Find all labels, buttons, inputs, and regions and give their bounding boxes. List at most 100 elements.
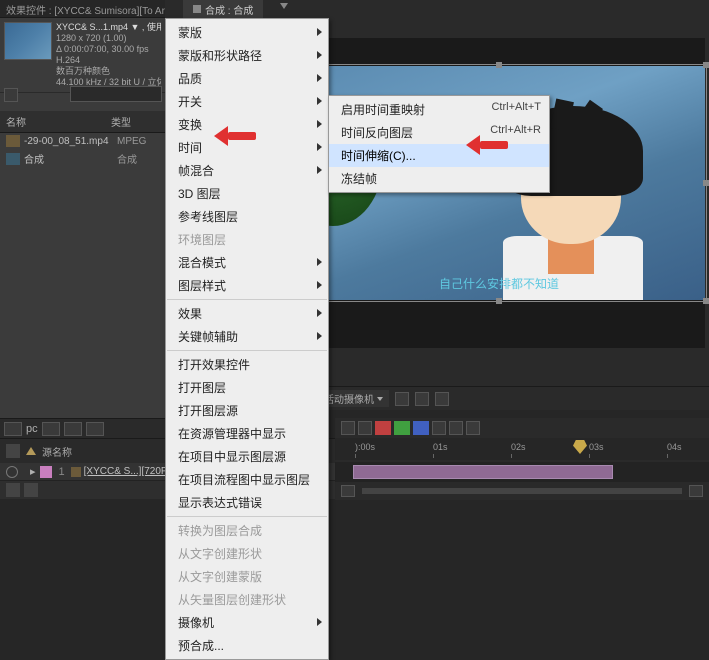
resize-handle[interactable]	[496, 62, 502, 68]
expand-icon[interactable]	[26, 447, 36, 455]
viewer-tab[interactable]: 合成 : 合成	[183, 0, 263, 18]
project-row[interactable]: -29-00_08_51.mp4 MPEG	[0, 133, 165, 149]
lock-icon	[193, 5, 201, 13]
menu-item: 环境图层	[166, 228, 328, 251]
ruler-tick: 01s	[433, 442, 448, 452]
menu-item[interactable]: 3D 图层	[166, 182, 328, 205]
layer-color-swatch[interactable]	[40, 466, 52, 478]
visibility-toggle[interactable]	[6, 466, 18, 478]
zoom-out-icon[interactable]	[341, 485, 355, 497]
search-icon[interactable]	[4, 88, 18, 102]
menu-item[interactable]: 参考线图层	[166, 205, 328, 228]
project-row[interactable]: 合成 合成	[0, 149, 165, 168]
project-item-type: MPEG	[117, 136, 159, 147]
annotation-arrow	[466, 135, 508, 155]
layer-context-menu: 蒙版蒙版和形状路径品质开关变换时间帧混合3D 图层参考线图层环境图层混合模式图层…	[165, 18, 329, 660]
time-ruler[interactable]: ):00s 01s 02s 03s 04s	[335, 438, 709, 460]
preview-channel-bar	[335, 418, 709, 438]
timeline-zoom-bar	[335, 482, 709, 500]
ruler-tick: 03s	[589, 442, 604, 452]
project-item-type: 合成	[117, 151, 159, 166]
view-layout-icon[interactable]	[395, 392, 409, 406]
submenu-item[interactable]: 时间伸缩(C)...	[329, 144, 549, 167]
show-snapshot-icon[interactable]	[358, 421, 372, 435]
clip-duration: Δ 0:00:07:00, 30.00 fps	[56, 44, 161, 55]
snapshot-icon[interactable]	[341, 421, 355, 435]
col-type-header[interactable]: 类型	[111, 114, 159, 129]
search-input[interactable]	[70, 86, 162, 102]
project-panel: 效果控件 : [XYCC& Sumisora][To Ar XYCC& S...…	[0, 0, 165, 500]
time-submenu: 启用时间重映射Ctrl+Alt+T时间反向图层Ctrl+Alt+R时间伸缩(C)…	[328, 95, 550, 193]
clip-resolution: 1280 x 720 (1.00)	[56, 33, 161, 44]
menu-item[interactable]: 在项目流程图中显示图层	[166, 468, 328, 491]
ruler-tick: 02s	[511, 442, 526, 452]
menu-item[interactable]: 打开图层	[166, 376, 328, 399]
resize-handle[interactable]	[703, 180, 709, 186]
new-folder-button[interactable]	[42, 422, 60, 436]
reset-exposure-icon[interactable]	[466, 421, 480, 435]
color-mgmt-icon[interactable]	[449, 421, 463, 435]
menu-item[interactable]: 关键帧辅助	[166, 325, 328, 348]
delete-button[interactable]	[86, 422, 104, 436]
source-name-header[interactable]: 源名称	[42, 444, 72, 459]
menu-item[interactable]: 蒙版	[166, 21, 328, 44]
menu-item[interactable]: 开关	[166, 90, 328, 113]
camera-label: 活动摄像机	[324, 391, 374, 406]
menu-item: 从文字创建蒙版	[166, 565, 328, 588]
menu-item[interactable]: 图层样式	[166, 274, 328, 297]
viewer-canvas[interactable]: 自己什么安排都不知道	[293, 38, 705, 348]
menu-item[interactable]: 打开图层源	[166, 399, 328, 422]
bpc-label: pc	[26, 423, 38, 435]
submenu-label: 冻结帧	[341, 170, 377, 187]
timecode-icon[interactable]	[6, 444, 20, 458]
menu-item[interactable]: 摄像机	[166, 611, 328, 634]
menu-item[interactable]: 品质	[166, 67, 328, 90]
composition-icon	[6, 153, 20, 165]
layer-bar[interactable]	[353, 465, 613, 479]
interpret-button[interactable]	[4, 422, 22, 436]
clip-thumbnail	[4, 22, 52, 60]
project-footer: pc	[0, 418, 165, 438]
resize-handle[interactable]	[703, 298, 709, 304]
annotation-arrow	[214, 126, 256, 146]
zoom-slider[interactable]	[362, 488, 682, 494]
menu-item[interactable]: 打开效果控件	[166, 353, 328, 376]
toggle-switches-icon[interactable]	[6, 483, 20, 497]
menu-item[interactable]: 在资源管理器中显示	[166, 422, 328, 445]
ruler-tick: 04s	[667, 442, 682, 452]
submenu-item[interactable]: 冻结帧	[329, 167, 549, 190]
menu-item[interactable]: 显示表达式错误	[166, 491, 328, 514]
submenu-label: 启用时间重映射	[341, 101, 425, 118]
ruler-tick: ):00s	[355, 442, 375, 452]
project-item-name: -29-00_08_51.mp4	[24, 136, 117, 147]
resize-handle[interactable]	[496, 298, 502, 304]
submenu-item[interactable]: 启用时间重映射Ctrl+Alt+T	[329, 98, 549, 121]
new-comp-button[interactable]	[64, 422, 82, 436]
zoom-in-icon[interactable]	[689, 485, 703, 497]
expand-arrow[interactable]: ▸	[30, 465, 36, 478]
menu-item[interactable]: 帧混合	[166, 159, 328, 182]
menu-item[interactable]: 预合成...	[166, 634, 328, 657]
red-channel-icon[interactable]	[375, 421, 391, 435]
share-icon[interactable]	[415, 392, 429, 406]
layer-number: 1	[59, 466, 65, 478]
menu-item[interactable]: 混合模式	[166, 251, 328, 274]
timecode-icon[interactable]	[435, 392, 449, 406]
green-channel-icon[interactable]	[394, 421, 410, 435]
col-name-header[interactable]: 名称	[6, 114, 111, 129]
resize-handle[interactable]	[703, 62, 709, 68]
footage-icon	[71, 467, 81, 477]
clip-colors: 数百万种颜色	[56, 66, 161, 77]
track-area[interactable]	[335, 462, 709, 482]
menu-item[interactable]: 效果	[166, 302, 328, 325]
alpha-channel-icon[interactable]	[432, 421, 446, 435]
menu-item[interactable]: 蒙版和形状路径	[166, 44, 328, 67]
project-columns-header: 名称 类型	[0, 111, 165, 133]
playhead[interactable]	[573, 440, 587, 454]
toggle-modes-icon[interactable]	[24, 483, 38, 497]
menu-item[interactable]: 在项目中显示图层源	[166, 445, 328, 468]
submenu-item[interactable]: 时间反向图层Ctrl+Alt+R	[329, 121, 549, 144]
blue-channel-icon[interactable]	[413, 421, 429, 435]
viewer-menu-icon[interactable]	[280, 3, 288, 9]
project-item-name: 合成	[24, 151, 117, 166]
